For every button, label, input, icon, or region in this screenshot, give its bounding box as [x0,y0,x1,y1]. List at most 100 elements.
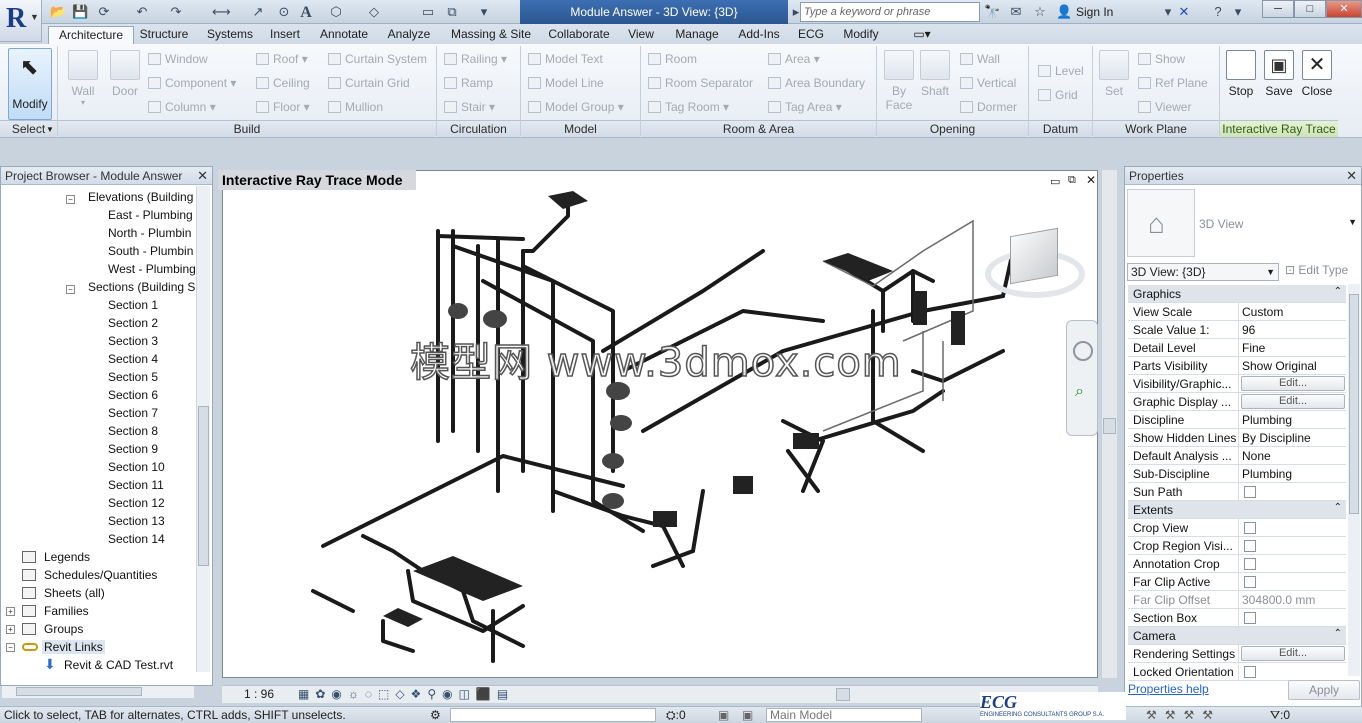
property-checkbox[interactable] [1244,486,1256,498]
by-face-button[interactable]: By Face [882,50,916,112]
horizontal-scroll-thumb[interactable] [836,688,850,701]
tree-item[interactable]: Section 13 [108,514,165,528]
worksets-icon[interactable]: ⚙ [430,707,441,723]
close-icon[interactable]: ✕ [197,167,208,185]
type-name[interactable]: 3D View [1199,217,1243,231]
stop-ray-trace-button[interactable]: Stop [1224,50,1258,98]
area-boundary-button[interactable]: Area Boundary [768,76,865,90]
tree-item[interactable]: Section 12 [108,496,165,510]
redo-icon[interactable]: ↷ [168,4,184,20]
thin-lines-icon[interactable]: ▭ [420,4,436,20]
property-checkbox[interactable] [1244,522,1256,534]
property-value[interactable]: Plumbing [1238,465,1346,483]
collapse-icon[interactable]: − [66,285,75,294]
view-restore-button[interactable]: ⧉ [1068,174,1076,187]
wall-button[interactable]: Wall ▾ [66,50,100,107]
level-button[interactable]: Level [1038,64,1084,78]
ramp-button[interactable]: Ramp [444,76,493,90]
section-camera[interactable]: Camera ⌃ [1128,627,1346,645]
tree-revit-links[interactable]: Revit Links [42,640,105,654]
column-button[interactable]: Column ▾ [148,100,216,114]
area-button[interactable]: Area ▾ [768,52,820,66]
scroll-thumb[interactable] [198,406,209,566]
scroll-thumb[interactable] [16,687,142,696]
tree-groups[interactable]: Groups [44,622,83,636]
browser-horizontal-scrollbar[interactable] [2,686,194,698]
panel-room-area-label[interactable]: Room & Area [641,120,876,137]
collapse-icon[interactable]: ⌃ [1334,502,1342,513]
model-group-button[interactable]: Model Group ▾ [528,100,624,114]
property-value[interactable]: Custom [1238,303,1346,321]
room-separator-button[interactable]: Room Separator [648,76,753,90]
close-ray-trace-button[interactable]: ✕ Close [1300,50,1334,98]
binoculars-icon[interactable]: 🔭 [984,4,1000,20]
minimize-window-button[interactable]: ─ [1262,0,1294,18]
tab-view[interactable]: View [626,26,656,44]
door-button[interactable]: Door [108,50,142,98]
3d-view-icon[interactable]: ⬡ [328,4,344,20]
apply-button[interactable]: Apply [1288,680,1360,700]
property-checkbox[interactable] [1244,612,1256,624]
open-icon[interactable]: 📂 [50,4,66,20]
chevron-down-icon[interactable]: ▼ [1348,217,1357,227]
tree-item[interactable]: Section 9 [108,442,158,456]
chevron-down-icon[interactable]: ▾ [1160,4,1176,20]
tab-insert[interactable]: Insert [266,26,304,44]
tree-item[interactable]: North - Plumbin [108,226,191,240]
wall-opening-button[interactable]: Wall [960,52,1000,66]
edit-button[interactable]: Edit... [1241,376,1345,391]
switch-windows-icon[interactable]: ⧉ [444,4,460,20]
expand-icon[interactable]: + [6,607,15,616]
section-graphics[interactable]: Graphics ⌃ [1128,285,1346,303]
show-work-plane-button[interactable]: Show [1138,52,1185,66]
tab-analyze[interactable]: Analyze [384,26,434,44]
selection-filter-icons[interactable]: ⚒⚒⚒⚒ [1146,707,1221,723]
view-vertical-scrollbar[interactable] [1101,170,1117,678]
application-menu-button[interactable]: R ▼ [0,0,42,42]
design-option-dropdown[interactable]: Main Model [766,708,922,722]
view-control-icons[interactable]: ▦✿◉☼◌⬚◇❖⚲◉◫⬛▤ [298,686,514,703]
property-value[interactable]: Show Original [1238,357,1346,375]
close-window-button[interactable]: ✕ [1326,0,1362,18]
vertical-opening-button[interactable]: Vertical [960,76,1016,90]
dimension-icon[interactable]: ↗ [250,4,266,20]
search-input[interactable]: Type a keyword or phrase [800,2,980,22]
ref-plane-button[interactable]: Ref Plane [1138,76,1208,90]
tab-modify[interactable]: Modify [838,26,884,44]
tab-massing-site[interactable]: Massing & Site [446,26,536,44]
tab-annotate[interactable]: Annotate [316,26,372,44]
tab-collaborate[interactable]: Collaborate [546,26,612,44]
window-button[interactable]: Window [148,52,208,66]
floor-button[interactable]: Floor ▾ [256,100,310,114]
tree-sections[interactable]: Sections (Building S [88,280,195,294]
edit-button[interactable]: Edit... [1241,646,1345,661]
expand-icon[interactable]: + [6,625,15,634]
ribbon-minimize-toggle[interactable]: ▭▾ [908,26,936,44]
zoom-icon[interactable]: ⌕ [1075,383,1084,401]
close-icon[interactable]: ✕ [1346,167,1357,185]
tree-item[interactable]: East - Plumbing [108,208,193,222]
property-checkbox[interactable] [1244,666,1256,678]
tree-item[interactable]: Section 1 [108,298,158,312]
property-checkbox[interactable] [1244,558,1256,570]
shaft-button[interactable]: Shaft [918,50,952,98]
stair-button[interactable]: Stair ▾ [444,100,495,114]
workset-dropdown[interactable] [450,708,656,722]
properties-scrollbar[interactable] [1348,284,1360,676]
editable-only-icon[interactable]: ⛭:0 [666,707,686,723]
browser-vertical-scrollbar[interactable] [196,186,210,672]
railing-button[interactable]: Railing ▾ [444,52,507,66]
undo-icon[interactable]: ↶ [134,4,150,20]
collapse-icon[interactable]: ⌃ [1334,628,1342,639]
tree-item[interactable]: South - Plumbin [108,244,193,258]
tree-legends[interactable]: Legends [44,550,90,564]
viewcube-icon[interactable] [1010,227,1058,285]
tab-ecg[interactable]: ECG [796,26,826,44]
tag-area-button[interactable]: Tag Area ▾ [768,100,842,114]
edit-button[interactable]: Edit... [1241,394,1345,409]
tree-families[interactable]: Families [44,604,89,618]
property-value[interactable]: Fine [1238,339,1346,357]
customize-toolbar-icon[interactable]: ▾ [476,4,492,20]
tree-elevations[interactable]: Elevations (Building [88,190,193,204]
tree-item[interactable]: Section 11 [108,478,164,492]
